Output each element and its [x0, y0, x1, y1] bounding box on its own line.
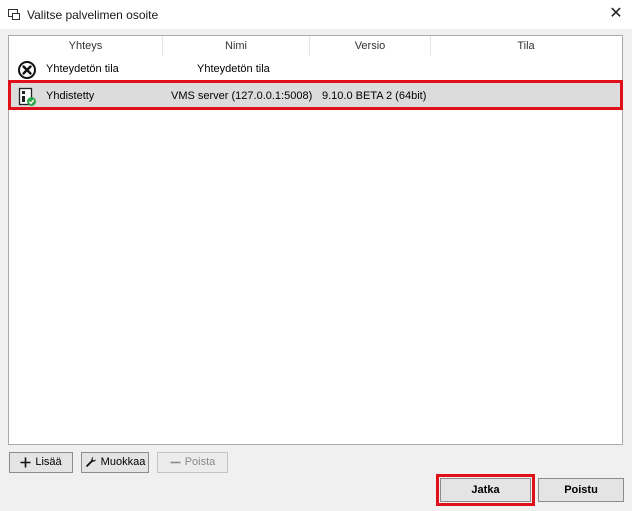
exit-button-label: Poistu	[564, 484, 598, 496]
exit-button[interactable]: Poistu	[538, 478, 624, 502]
add-button-label: Lisää	[35, 456, 62, 468]
row-name: VMS server (127.0.0.1:5008)	[171, 90, 313, 102]
window-title: Valitse palvelimen osoite	[27, 8, 159, 22]
column-header-name[interactable]: Nimi	[163, 36, 310, 56]
disconnected-x-icon	[18, 61, 36, 79]
row-name: Yhteydetön tila	[197, 63, 270, 75]
server-list[interactable]: Yhteys Nimi Versio Tila Yhteydetön tila …	[8, 35, 623, 445]
close-button[interactable]: ✕	[606, 4, 626, 24]
app-window-icon	[8, 9, 20, 20]
edit-button-label: Muokkaa	[100, 456, 146, 468]
close-icon: ✕	[609, 5, 623, 22]
title-bar: Valitse palvelimen osoite ✕	[0, 0, 632, 29]
plus-icon	[20, 457, 31, 468]
minus-icon	[170, 461, 181, 463]
list-item-selected[interactable]: Yhdistetty VMS server (127.0.0.1:5008) 9…	[9, 83, 622, 110]
continue-button-label: Jatka	[471, 484, 500, 496]
row-connection: Yhteydetön tila	[46, 63, 119, 75]
column-header-status[interactable]: Tila	[431, 36, 621, 56]
row-version: 9.10.0 BETA 2 (64bit)	[322, 90, 427, 102]
remove-button[interactable]: Poista	[157, 452, 228, 473]
add-button[interactable]: Lisää	[9, 452, 73, 473]
column-header-version[interactable]: Versio	[310, 36, 431, 56]
wrench-icon	[85, 456, 96, 468]
server-connected-icon	[18, 87, 36, 106]
list-header: Yhteys Nimi Versio Tila	[9, 36, 622, 56]
continue-button[interactable]: Jatka	[440, 478, 531, 502]
list-item[interactable]: Yhteydetön tila Yhteydetön tila	[9, 56, 622, 83]
edit-button[interactable]: Muokkaa	[81, 452, 149, 473]
row-connection: Yhdistetty	[46, 90, 95, 102]
column-header-connection[interactable]: Yhteys	[9, 36, 163, 56]
remove-button-label: Poista	[184, 456, 216, 468]
